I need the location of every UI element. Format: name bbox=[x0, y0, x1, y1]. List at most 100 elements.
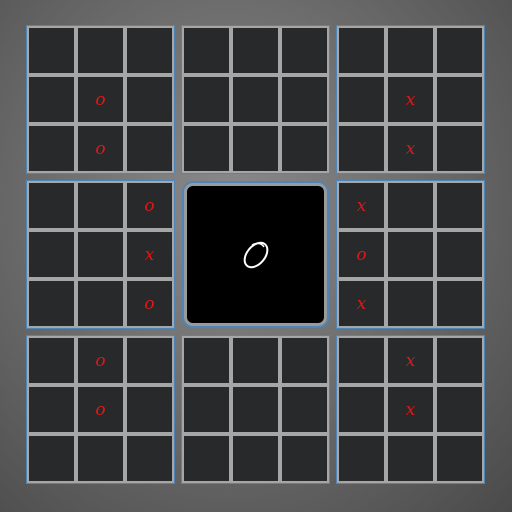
o-mark-icon: o bbox=[144, 195, 155, 216]
cell-middle-left-5[interactable]: x bbox=[127, 232, 172, 277]
cell-top-center-3[interactable] bbox=[184, 77, 229, 122]
cell-middle-left-7[interactable] bbox=[78, 281, 123, 326]
cell-bottom-left-8[interactable] bbox=[127, 436, 172, 481]
cell-top-left-0[interactable] bbox=[29, 28, 74, 73]
cell-bottom-right-6[interactable] bbox=[339, 436, 384, 481]
cell-top-center-1[interactable] bbox=[233, 28, 278, 73]
cell-middle-right-7[interactable] bbox=[388, 281, 433, 326]
cell-top-right-6[interactable] bbox=[339, 126, 384, 171]
cell-bottom-left-3[interactable] bbox=[29, 387, 74, 432]
cell-bottom-right-4[interactable]: x bbox=[388, 387, 433, 432]
cell-middle-left-1[interactable] bbox=[78, 183, 123, 228]
cell-top-right-0[interactable] bbox=[339, 28, 384, 73]
x-mark-icon: x bbox=[405, 89, 416, 110]
cell-top-left-2[interactable] bbox=[127, 28, 172, 73]
cell-bottom-center-5[interactable] bbox=[282, 387, 327, 432]
cell-bottom-right-0[interactable] bbox=[339, 338, 384, 383]
o-mark-icon: o bbox=[95, 89, 106, 110]
cell-bottom-center-4[interactable] bbox=[233, 387, 278, 432]
cell-middle-right-6[interactable]: x bbox=[339, 281, 384, 326]
block-cells: oo bbox=[29, 338, 172, 481]
cell-top-right-7[interactable]: x bbox=[388, 126, 433, 171]
cell-bottom-left-7[interactable] bbox=[78, 436, 123, 481]
block-top-right[interactable]: xx bbox=[336, 25, 485, 174]
cell-bottom-center-2[interactable] bbox=[282, 338, 327, 383]
block-cells: o x o bbox=[29, 183, 172, 326]
block-middle-right[interactable]: x o x bbox=[336, 180, 485, 329]
cell-top-left-8[interactable] bbox=[127, 126, 172, 171]
cell-bottom-right-3[interactable] bbox=[339, 387, 384, 432]
cell-top-center-0[interactable] bbox=[184, 28, 229, 73]
block-cells: oo bbox=[29, 28, 172, 171]
cell-middle-right-0[interactable]: x bbox=[339, 183, 384, 228]
cell-bottom-left-5[interactable] bbox=[127, 387, 172, 432]
cell-bottom-center-6[interactable] bbox=[184, 436, 229, 481]
block-top-left[interactable]: oo bbox=[26, 25, 175, 174]
x-mark-icon: x bbox=[405, 399, 416, 420]
cell-top-left-1[interactable] bbox=[78, 28, 123, 73]
o-mark-icon: o bbox=[356, 244, 367, 265]
cell-bottom-left-4[interactable]: o bbox=[78, 387, 123, 432]
cell-top-center-8[interactable] bbox=[282, 126, 327, 171]
cell-middle-right-4[interactable] bbox=[388, 232, 433, 277]
block-cells: xx bbox=[339, 338, 482, 481]
cell-top-left-6[interactable] bbox=[29, 126, 74, 171]
cell-bottom-left-2[interactable] bbox=[127, 338, 172, 383]
cell-bottom-right-7[interactable] bbox=[388, 436, 433, 481]
cell-top-center-5[interactable] bbox=[282, 77, 327, 122]
cell-middle-left-8[interactable]: o bbox=[127, 281, 172, 326]
cell-bottom-center-0[interactable] bbox=[184, 338, 229, 383]
block-cells: x o x bbox=[339, 183, 482, 326]
block-bottom-left[interactable]: oo bbox=[26, 335, 175, 484]
o-mark-icon: o bbox=[95, 350, 106, 371]
cell-top-left-7[interactable]: o bbox=[78, 126, 123, 171]
cell-top-right-5[interactable] bbox=[437, 77, 482, 122]
block-cells bbox=[184, 338, 327, 481]
game-board: ooxxoxoxoxooxx bbox=[26, 25, 486, 485]
cell-middle-right-3[interactable]: o bbox=[339, 232, 384, 277]
cell-middle-right-2[interactable] bbox=[437, 183, 482, 228]
cell-bottom-right-2[interactable] bbox=[437, 338, 482, 383]
cell-bottom-left-6[interactable] bbox=[29, 436, 74, 481]
cell-top-right-1[interactable] bbox=[388, 28, 433, 73]
cell-bottom-center-7[interactable] bbox=[233, 436, 278, 481]
cell-bottom-right-5[interactable] bbox=[437, 387, 482, 432]
cell-top-right-8[interactable] bbox=[437, 126, 482, 171]
cell-middle-right-1[interactable] bbox=[388, 183, 433, 228]
block-cells bbox=[184, 28, 327, 171]
o-mark-icon: o bbox=[95, 138, 106, 159]
cell-top-left-4[interactable]: o bbox=[78, 77, 123, 122]
cell-middle-left-3[interactable] bbox=[29, 232, 74, 277]
cell-bottom-center-8[interactable] bbox=[282, 436, 327, 481]
cell-top-center-2[interactable] bbox=[282, 28, 327, 73]
cell-top-right-4[interactable]: x bbox=[388, 77, 433, 122]
cell-top-left-5[interactable] bbox=[127, 77, 172, 122]
cell-bottom-right-8[interactable] bbox=[437, 436, 482, 481]
cell-middle-left-2[interactable]: o bbox=[127, 183, 172, 228]
cell-middle-right-8[interactable] bbox=[437, 281, 482, 326]
block-bottom-right[interactable]: xx bbox=[336, 335, 485, 484]
winner-o-icon bbox=[243, 241, 268, 268]
cell-top-right-3[interactable] bbox=[339, 77, 384, 122]
cell-middle-left-4[interactable] bbox=[78, 232, 123, 277]
cell-bottom-left-1[interactable]: o bbox=[78, 338, 123, 383]
cell-bottom-right-1[interactable]: x bbox=[388, 338, 433, 383]
block-center bbox=[181, 180, 330, 329]
cell-top-center-7[interactable] bbox=[233, 126, 278, 171]
cell-top-right-2[interactable] bbox=[437, 28, 482, 73]
cell-bottom-center-3[interactable] bbox=[184, 387, 229, 432]
o-mark-icon: o bbox=[95, 399, 106, 420]
cell-bottom-left-0[interactable] bbox=[29, 338, 74, 383]
x-mark-icon: x bbox=[144, 244, 155, 265]
block-middle-left[interactable]: o x o bbox=[26, 180, 175, 329]
cell-top-center-4[interactable] bbox=[233, 77, 278, 122]
cell-middle-left-0[interactable] bbox=[29, 183, 74, 228]
cell-middle-right-5[interactable] bbox=[437, 232, 482, 277]
block-top-center[interactable] bbox=[181, 25, 330, 174]
block-cells: xx bbox=[339, 28, 482, 171]
cell-bottom-center-1[interactable] bbox=[233, 338, 278, 383]
cell-middle-left-6[interactable] bbox=[29, 281, 74, 326]
cell-top-center-6[interactable] bbox=[184, 126, 229, 171]
cell-top-left-3[interactable] bbox=[29, 77, 74, 122]
block-bottom-center[interactable] bbox=[181, 335, 330, 484]
